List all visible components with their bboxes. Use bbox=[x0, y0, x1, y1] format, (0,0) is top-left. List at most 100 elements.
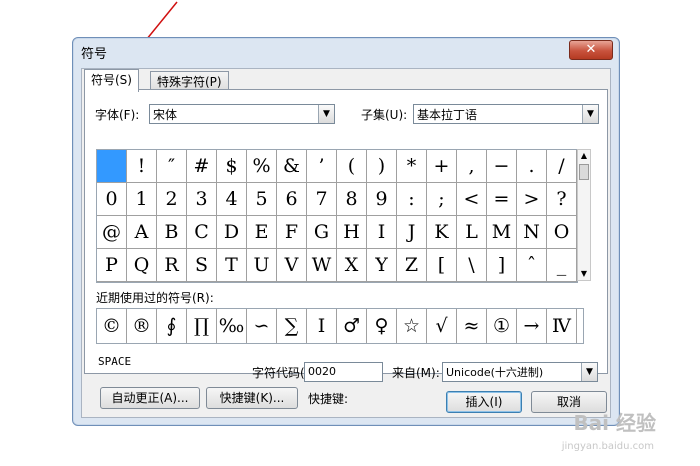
symbol-cell[interactable]: $ bbox=[217, 150, 247, 183]
symbol-cell[interactable]: \ bbox=[457, 249, 487, 282]
symbol-cell[interactable]: / bbox=[547, 150, 577, 183]
close-button[interactable]: ✕ bbox=[569, 40, 613, 60]
symbol-cell[interactable]: ″ bbox=[157, 150, 187, 183]
symbol-cell[interactable] bbox=[97, 150, 127, 183]
symbol-dialog: 符号 ✕ 符号(S) 特殊字符(P) 字体(F): 宋体 ▼ 子集(U): 基本… bbox=[72, 37, 620, 426]
symbol-cell[interactable]: 4 bbox=[217, 183, 247, 216]
recent-symbol-cell[interactable]: → bbox=[517, 309, 547, 343]
recent-symbol-cell[interactable]: ∮ bbox=[157, 309, 187, 343]
recent-symbol-cell[interactable]: ① bbox=[487, 309, 517, 343]
symbol-cell[interactable]: ) bbox=[367, 150, 397, 183]
symbol-cell[interactable]: G bbox=[307, 216, 337, 249]
symbol-cell[interactable]: ( bbox=[337, 150, 367, 183]
symbol-cell[interactable]: 6 bbox=[277, 183, 307, 216]
scroll-down-icon[interactable]: ▼ bbox=[578, 268, 590, 280]
symbol-cell[interactable]: D bbox=[217, 216, 247, 249]
tab-symbols[interactable]: 符号(S) bbox=[84, 69, 139, 92]
symbol-cell[interactable]: A bbox=[127, 216, 157, 249]
scroll-thumb[interactable] bbox=[579, 164, 589, 180]
symbol-cell[interactable]: C bbox=[187, 216, 217, 249]
recent-symbol-cell[interactable]: ♂ bbox=[337, 309, 367, 343]
scroll-up-icon[interactable]: ▲ bbox=[578, 150, 590, 162]
recent-symbol-cell[interactable]: Ⅳ bbox=[547, 309, 577, 343]
symbol-grid: ! ″ # $% &’() * +, −./ 0 1 2 3 4 5 6 7 8 9:; < = >? @ A B C D E F G H… bbox=[96, 149, 578, 283]
shortcut-key-button[interactable]: 快捷键(K)... bbox=[206, 387, 298, 409]
recent-symbol-cell[interactable]: ☆ bbox=[397, 309, 427, 343]
symbol-cell[interactable]: R bbox=[157, 249, 187, 282]
symbol-cell[interactable]: + bbox=[427, 150, 457, 183]
symbol-cell[interactable]: T bbox=[217, 249, 247, 282]
symbol-cell[interactable]: M bbox=[487, 216, 517, 249]
chevron-down-icon[interactable]: ▼ bbox=[581, 363, 597, 381]
symbol-cell[interactable]: 3 bbox=[187, 183, 217, 216]
autocorrect-button[interactable]: 自动更正(A)... bbox=[100, 387, 200, 409]
symbol-cell[interactable]: V bbox=[277, 249, 307, 282]
from-select[interactable]: Unicode(十六进制) ▼ bbox=[442, 362, 598, 382]
recent-symbol-cell[interactable]: © bbox=[97, 309, 127, 343]
symbol-cell[interactable]: Z bbox=[397, 249, 427, 282]
symbol-cell[interactable]: ˆ bbox=[517, 249, 547, 282]
symbol-cell[interactable]: I bbox=[367, 216, 397, 249]
symbol-cell[interactable]: L bbox=[457, 216, 487, 249]
symbol-cell[interactable]: * bbox=[397, 150, 427, 183]
symbol-cell[interactable]: [ bbox=[427, 249, 457, 282]
symbol-cell[interactable]: F bbox=[277, 216, 307, 249]
symbol-grid-scrollbar[interactable]: ▲ ▼ bbox=[577, 149, 591, 281]
subset-value: 基本拉丁语 bbox=[417, 108, 478, 122]
symbol-cell[interactable]: Y bbox=[367, 249, 397, 282]
symbol-cell[interactable]: 5 bbox=[247, 183, 277, 216]
symbol-cell[interactable]: 2 bbox=[157, 183, 187, 216]
font-select[interactable]: 宋体 ▼ bbox=[149, 104, 335, 124]
symbol-cell[interactable]: X bbox=[337, 249, 367, 282]
symbol-cell[interactable]: H bbox=[337, 216, 367, 249]
symbol-cell[interactable]: − bbox=[487, 150, 517, 183]
symbol-cell[interactable]: N bbox=[517, 216, 547, 249]
recent-symbol-cell[interactable]: ∽ bbox=[247, 309, 277, 343]
symbol-cell[interactable]: 7 bbox=[307, 183, 337, 216]
symbol-cell[interactable]: J bbox=[397, 216, 427, 249]
recent-symbol-cell[interactable]: Ⅰ bbox=[307, 309, 337, 343]
symbol-cell[interactable]: B bbox=[157, 216, 187, 249]
symbol-cell[interactable]: 0 bbox=[97, 183, 127, 216]
symbol-cell[interactable]: ! bbox=[127, 150, 157, 183]
chevron-down-icon[interactable]: ▼ bbox=[582, 105, 598, 123]
symbol-cell[interactable]: ? bbox=[547, 183, 577, 216]
recent-symbol-cell[interactable]: ♀ bbox=[367, 309, 397, 343]
symbol-cell[interactable]: ’ bbox=[307, 150, 337, 183]
recent-symbol-cell[interactable]: √ bbox=[427, 309, 457, 343]
symbol-cell[interactable]: 9 bbox=[367, 183, 397, 216]
symbol-cell[interactable]: _ bbox=[547, 249, 577, 282]
symbol-cell[interactable]: P bbox=[97, 249, 127, 282]
symbol-cell[interactable]: @ bbox=[97, 216, 127, 249]
symbol-cell[interactable]: : bbox=[397, 183, 427, 216]
subset-select[interactable]: 基本拉丁语 ▼ bbox=[413, 104, 599, 124]
symbol-cell[interactable]: ; bbox=[427, 183, 457, 216]
symbol-cell[interactable]: K bbox=[427, 216, 457, 249]
symbol-cell[interactable]: & bbox=[277, 150, 307, 183]
symbol-cell[interactable]: < bbox=[457, 183, 487, 216]
symbol-cell[interactable]: > bbox=[517, 183, 547, 216]
from-value: Unicode(十六进制) bbox=[446, 366, 544, 379]
recent-symbol-cell[interactable]: ∑ bbox=[277, 309, 307, 343]
symbol-cell[interactable]: E bbox=[247, 216, 277, 249]
symbol-cell[interactable]: 8 bbox=[337, 183, 367, 216]
symbol-cell[interactable]: = bbox=[487, 183, 517, 216]
recent-symbol-cell[interactable]: ® bbox=[127, 309, 157, 343]
symbol-cell[interactable]: W bbox=[307, 249, 337, 282]
recent-symbol-cell[interactable]: ‰ bbox=[217, 309, 247, 343]
symbol-cell[interactable]: S bbox=[187, 249, 217, 282]
symbol-cell[interactable]: U bbox=[247, 249, 277, 282]
symbol-cell[interactable]: % bbox=[247, 150, 277, 183]
symbol-cell[interactable]: , bbox=[457, 150, 487, 183]
symbol-cell[interactable]: # bbox=[187, 150, 217, 183]
recent-symbol-cell[interactable]: ≈ bbox=[457, 309, 487, 343]
recent-symbol-cell[interactable]: ∏ bbox=[187, 309, 217, 343]
symbol-cell[interactable]: Q bbox=[127, 249, 157, 282]
symbol-cell[interactable]: O bbox=[547, 216, 577, 249]
char-code-input[interactable]: 0020 bbox=[304, 362, 383, 382]
symbol-cell[interactable]: 1 bbox=[127, 183, 157, 216]
symbol-cell[interactable]: ] bbox=[487, 249, 517, 282]
chevron-down-icon[interactable]: ▼ bbox=[318, 105, 334, 123]
symbol-cell[interactable]: . bbox=[517, 150, 547, 183]
insert-button[interactable]: 插入(I) bbox=[446, 391, 522, 413]
